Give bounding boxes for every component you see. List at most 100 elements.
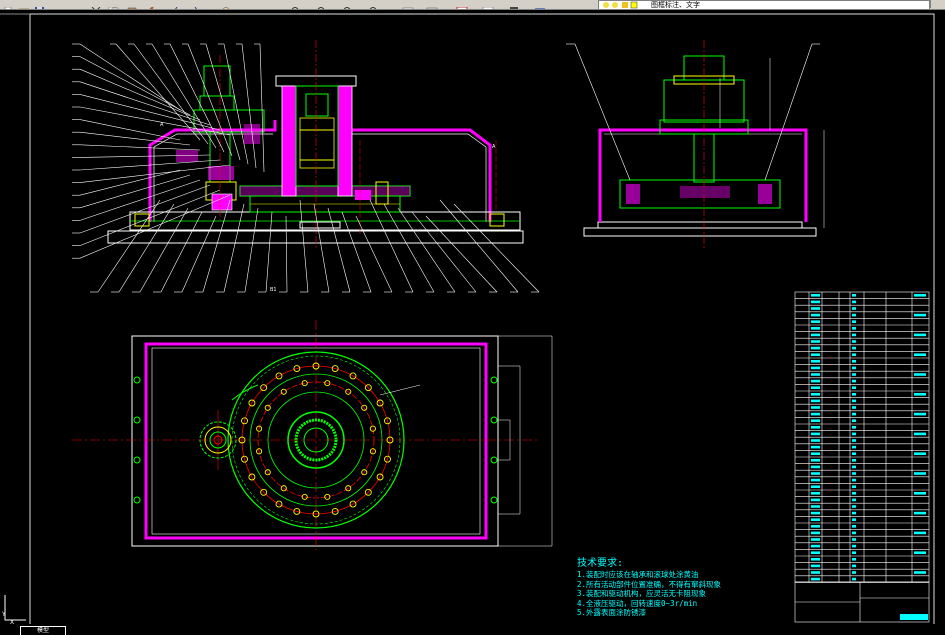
cell-text-mark xyxy=(914,393,926,396)
zoom-extents-icon[interactable] xyxy=(368,0,380,9)
open-icon[interactable] xyxy=(18,0,30,9)
cell-text-mark xyxy=(852,564,856,568)
cell-text-mark xyxy=(811,478,820,482)
cell-text-mark xyxy=(914,511,926,515)
tech-requirement-item: 1.装配时应该在轴承和滚球处涂黄油 xyxy=(577,570,699,579)
cell-text-mark xyxy=(811,300,820,304)
cell-text-mark xyxy=(811,498,820,502)
leader-line xyxy=(453,203,540,293)
cell-text-mark xyxy=(852,379,856,383)
cell-text-mark xyxy=(811,459,820,462)
cell-text-mark xyxy=(811,445,820,449)
leader-line xyxy=(383,203,435,293)
cell-text-mark xyxy=(852,307,856,310)
cell-text-mark xyxy=(914,472,926,475)
cell-text-mark xyxy=(811,373,820,376)
cell-text-mark xyxy=(852,346,856,350)
cell-text-mark xyxy=(811,313,820,317)
cell-text-mark xyxy=(852,373,856,376)
leader-line xyxy=(439,199,519,293)
zoom-icon[interactable] xyxy=(254,0,266,8)
cell-text-mark xyxy=(852,558,856,561)
zoom-window-icon[interactable] xyxy=(316,0,328,9)
zoom-previous-icon[interactable] xyxy=(342,0,354,9)
cell-text-mark xyxy=(914,294,926,297)
paste-icon[interactable] xyxy=(126,0,138,9)
cell-text-mark xyxy=(811,294,820,297)
drawing-canvas[interactable]: A A B1 Y X xyxy=(0,10,945,627)
cut-icon[interactable] xyxy=(90,0,102,9)
cell-text-mark xyxy=(811,472,820,475)
cell-text-mark xyxy=(852,294,856,297)
layer-dropdown[interactable]: 图框标注、文字 xyxy=(598,0,930,9)
leader-line xyxy=(355,215,393,293)
leader-line xyxy=(369,199,414,293)
leader-line xyxy=(79,194,231,259)
match-properties-icon[interactable] xyxy=(144,0,156,9)
copy-icon[interactable] xyxy=(108,0,120,9)
cell-text-mark xyxy=(811,386,820,389)
cell-text-mark xyxy=(852,393,856,396)
leader-line xyxy=(160,211,203,293)
cell-text-mark xyxy=(852,577,856,581)
print-icon[interactable] xyxy=(62,0,74,8)
cell-text-mark xyxy=(811,412,820,416)
leader-line xyxy=(202,199,231,293)
cell-text-mark xyxy=(811,452,820,455)
layer-state-icons xyxy=(603,1,638,9)
cell-text-mark xyxy=(811,492,820,495)
cell-text-mark xyxy=(852,327,856,330)
leader-line xyxy=(244,207,259,293)
sheet-set-icon[interactable] xyxy=(482,0,494,9)
cell-text-mark xyxy=(852,511,856,515)
cell-text-mark xyxy=(852,412,856,416)
top-plan-view xyxy=(72,320,553,550)
leader-line xyxy=(341,211,372,293)
cell-text-mark xyxy=(914,531,926,535)
cell-text-mark xyxy=(811,571,820,574)
cell-text-mark xyxy=(852,551,856,554)
tech-requirements-title: 技术要求: xyxy=(577,558,624,569)
leader-line xyxy=(79,164,231,183)
calculator-icon[interactable] xyxy=(508,0,520,9)
cell-text-mark xyxy=(852,485,856,488)
leader-line xyxy=(181,215,217,293)
cell-text-mark xyxy=(914,412,926,416)
design-center-icon[interactable] xyxy=(426,0,438,9)
cell-text-mark xyxy=(852,333,856,337)
pan-icon[interactable] xyxy=(220,0,232,9)
cell-text-mark xyxy=(811,393,820,396)
ucs-icon: Y X xyxy=(1,595,26,626)
undo-icon[interactable] xyxy=(172,0,184,9)
cell-text-mark xyxy=(852,426,856,429)
layer-name: 图框标注、文字 xyxy=(651,1,700,9)
cell-text-mark xyxy=(852,538,856,541)
leader-line xyxy=(118,203,175,293)
cell-text-mark xyxy=(811,340,820,343)
save-icon[interactable] xyxy=(34,0,46,9)
leader-line xyxy=(299,199,309,293)
cell-text-mark xyxy=(914,432,926,436)
front-section-view: A A B1 xyxy=(107,40,524,293)
cell-text-mark xyxy=(852,478,856,482)
drawing-frame xyxy=(0,13,935,627)
cell-text-mark xyxy=(811,327,820,330)
markup-icon[interactable] xyxy=(534,0,546,9)
side-section-view xyxy=(566,40,825,250)
cell-text-mark xyxy=(811,544,820,548)
chevron-down-icon[interactable] xyxy=(930,0,945,8)
cell-text-mark xyxy=(852,525,856,528)
standard-toolbar: 图框标注、文字 xyxy=(0,0,945,10)
leader-line xyxy=(139,207,189,293)
cell-text-mark xyxy=(811,432,820,436)
redo-icon[interactable] xyxy=(188,0,200,9)
cell-text-mark xyxy=(852,366,856,370)
new-icon[interactable] xyxy=(2,0,14,9)
zoom-realtime-icon[interactable] xyxy=(290,0,302,9)
cell-text-mark xyxy=(914,571,926,574)
properties-icon[interactable] xyxy=(402,0,414,9)
tech-requirement-item: 2.所有活动部件位置准确，不得有窜斜现象 xyxy=(577,579,722,589)
tool-palettes-icon[interactable] xyxy=(456,0,468,9)
leader-line xyxy=(97,199,161,293)
cell-text-mark xyxy=(914,313,926,317)
